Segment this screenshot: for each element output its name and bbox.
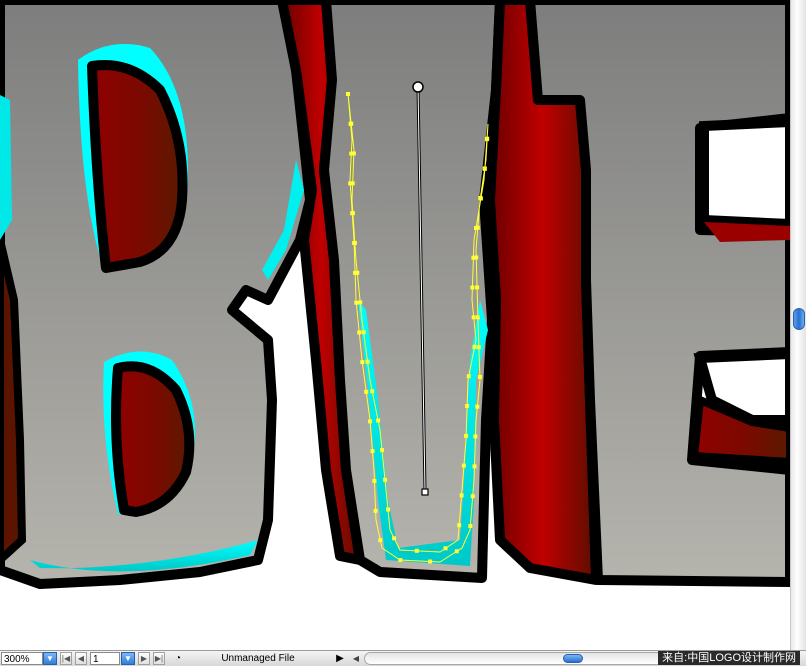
anchor-point[interactable] — [349, 121, 354, 126]
horizontal-scroll-thumb[interactable] — [563, 654, 583, 663]
anchor-point[interactable] — [443, 546, 448, 551]
gradient-end-handle[interactable] — [421, 488, 429, 496]
anchor-point[interactable] — [360, 360, 365, 365]
letter-b-lower-hole — [111, 361, 195, 517]
anchor-point[interactable] — [365, 359, 370, 364]
artboard-navigator-icon[interactable]: ◔ — [172, 652, 184, 665]
triangle-right-icon: ▶ — [336, 653, 344, 664]
previous-artboard-button[interactable]: ◀ — [75, 652, 87, 665]
anchor-point[interactable] — [475, 404, 480, 409]
anchor-point[interactable] — [454, 549, 459, 554]
anchor-point[interactable] — [482, 166, 487, 171]
anchor-point[interactable] — [398, 558, 403, 562]
anchor-point[interactable] — [461, 463, 466, 468]
anchor-point[interactable] — [354, 300, 359, 305]
watermark-label: 来自:中国LOGO设计制作网 — [658, 651, 800, 665]
anchor-point[interactable] — [372, 479, 377, 483]
anchor-point[interactable] — [414, 548, 419, 553]
anchor-point[interactable] — [392, 536, 397, 541]
zoom-level-field[interactable]: 300% — [1, 652, 43, 665]
anchor-point[interactable] — [370, 389, 375, 394]
anchor-point[interactable] — [470, 285, 475, 290]
artboard-dropdown-button[interactable]: ▼ — [121, 652, 135, 665]
anchor-point[interactable] — [364, 389, 369, 394]
anchor-point[interactable] — [352, 240, 357, 245]
gradient-start-handle[interactable] — [412, 81, 424, 93]
anchor-point[interactable] — [474, 226, 478, 230]
anchor-point[interactable] — [472, 344, 477, 349]
anchor-point[interactable] — [380, 448, 384, 453]
zoom-dropdown-button[interactable]: ▼ — [43, 652, 57, 665]
vertical-scrollbar[interactable] — [790, 0, 806, 650]
status-menu-button[interactable]: ▶ — [334, 652, 346, 665]
anchor-point[interactable] — [368, 419, 373, 424]
next-page-icon: ▶ — [140, 654, 148, 663]
anchor-point[interactable] — [471, 255, 476, 260]
anchor-point[interactable] — [383, 477, 387, 482]
anchor-point[interactable] — [346, 92, 350, 96]
anchor-point[interactable] — [457, 523, 462, 528]
anchor-point[interactable] — [378, 538, 383, 543]
anchor-point[interactable] — [475, 315, 480, 320]
anchor-point[interactable] — [361, 330, 366, 335]
anchor-point[interactable] — [477, 375, 482, 379]
anchor-point[interactable] — [466, 374, 471, 379]
anchor-point[interactable] — [475, 285, 480, 290]
next-artboard-button[interactable]: ▶ — [138, 652, 150, 665]
anchor-point[interactable] — [468, 524, 473, 528]
chevron-down-icon: ▼ — [124, 654, 132, 663]
anchor-point[interactable] — [478, 196, 483, 201]
anchor-point[interactable] — [471, 315, 476, 320]
chevron-down-icon: ▼ — [46, 654, 54, 663]
anchor-point[interactable] — [428, 559, 433, 564]
anchor-point[interactable] — [465, 404, 470, 408]
letter-e-upper-counter — [699, 116, 790, 230]
anchor-point[interactable] — [484, 137, 489, 142]
first-page-icon: |◀ — [61, 654, 71, 663]
previous-page-icon: ◀ — [77, 654, 85, 663]
anchor-point[interactable] — [350, 211, 355, 216]
anchor-point[interactable] — [386, 507, 390, 512]
anchor-point[interactable] — [376, 418, 381, 423]
artwork-canvas[interactable] — [0, 0, 790, 650]
anchor-point[interactable] — [459, 493, 464, 498]
anchor-point[interactable] — [476, 345, 481, 350]
status-bar: 300% ▼ |◀ ◀ 1 ▼ ▶ ▶| ◔ Unmanaged File ▶ … — [0, 650, 806, 666]
anchor-point[interactable] — [351, 151, 356, 156]
anchor-point[interactable] — [350, 181, 355, 186]
vertical-scroll-thumb[interactable] — [793, 308, 805, 330]
anchor-point[interactable] — [358, 300, 363, 305]
last-artboard-button[interactable]: ▶| — [153, 652, 165, 665]
anchor-point[interactable] — [357, 330, 362, 335]
artboard-number-field[interactable]: 1 — [90, 652, 120, 665]
anchor-point[interactable] — [473, 434, 478, 439]
anchor-point[interactable] — [373, 508, 378, 513]
status-text: Unmanaged File — [221, 653, 295, 664]
anchor-point[interactable] — [464, 433, 469, 438]
letter-b-left-cyan — [0, 95, 12, 240]
anchor-point[interactable] — [370, 449, 375, 454]
anchor-point[interactable] — [355, 270, 360, 275]
scroll-left-arrow[interactable]: ◀ — [350, 652, 362, 665]
anchor-point[interactable] — [472, 464, 477, 469]
first-artboard-button[interactable]: |◀ — [60, 652, 72, 665]
anchor-point[interactable] — [470, 494, 475, 499]
last-page-icon: ▶| — [154, 654, 164, 663]
